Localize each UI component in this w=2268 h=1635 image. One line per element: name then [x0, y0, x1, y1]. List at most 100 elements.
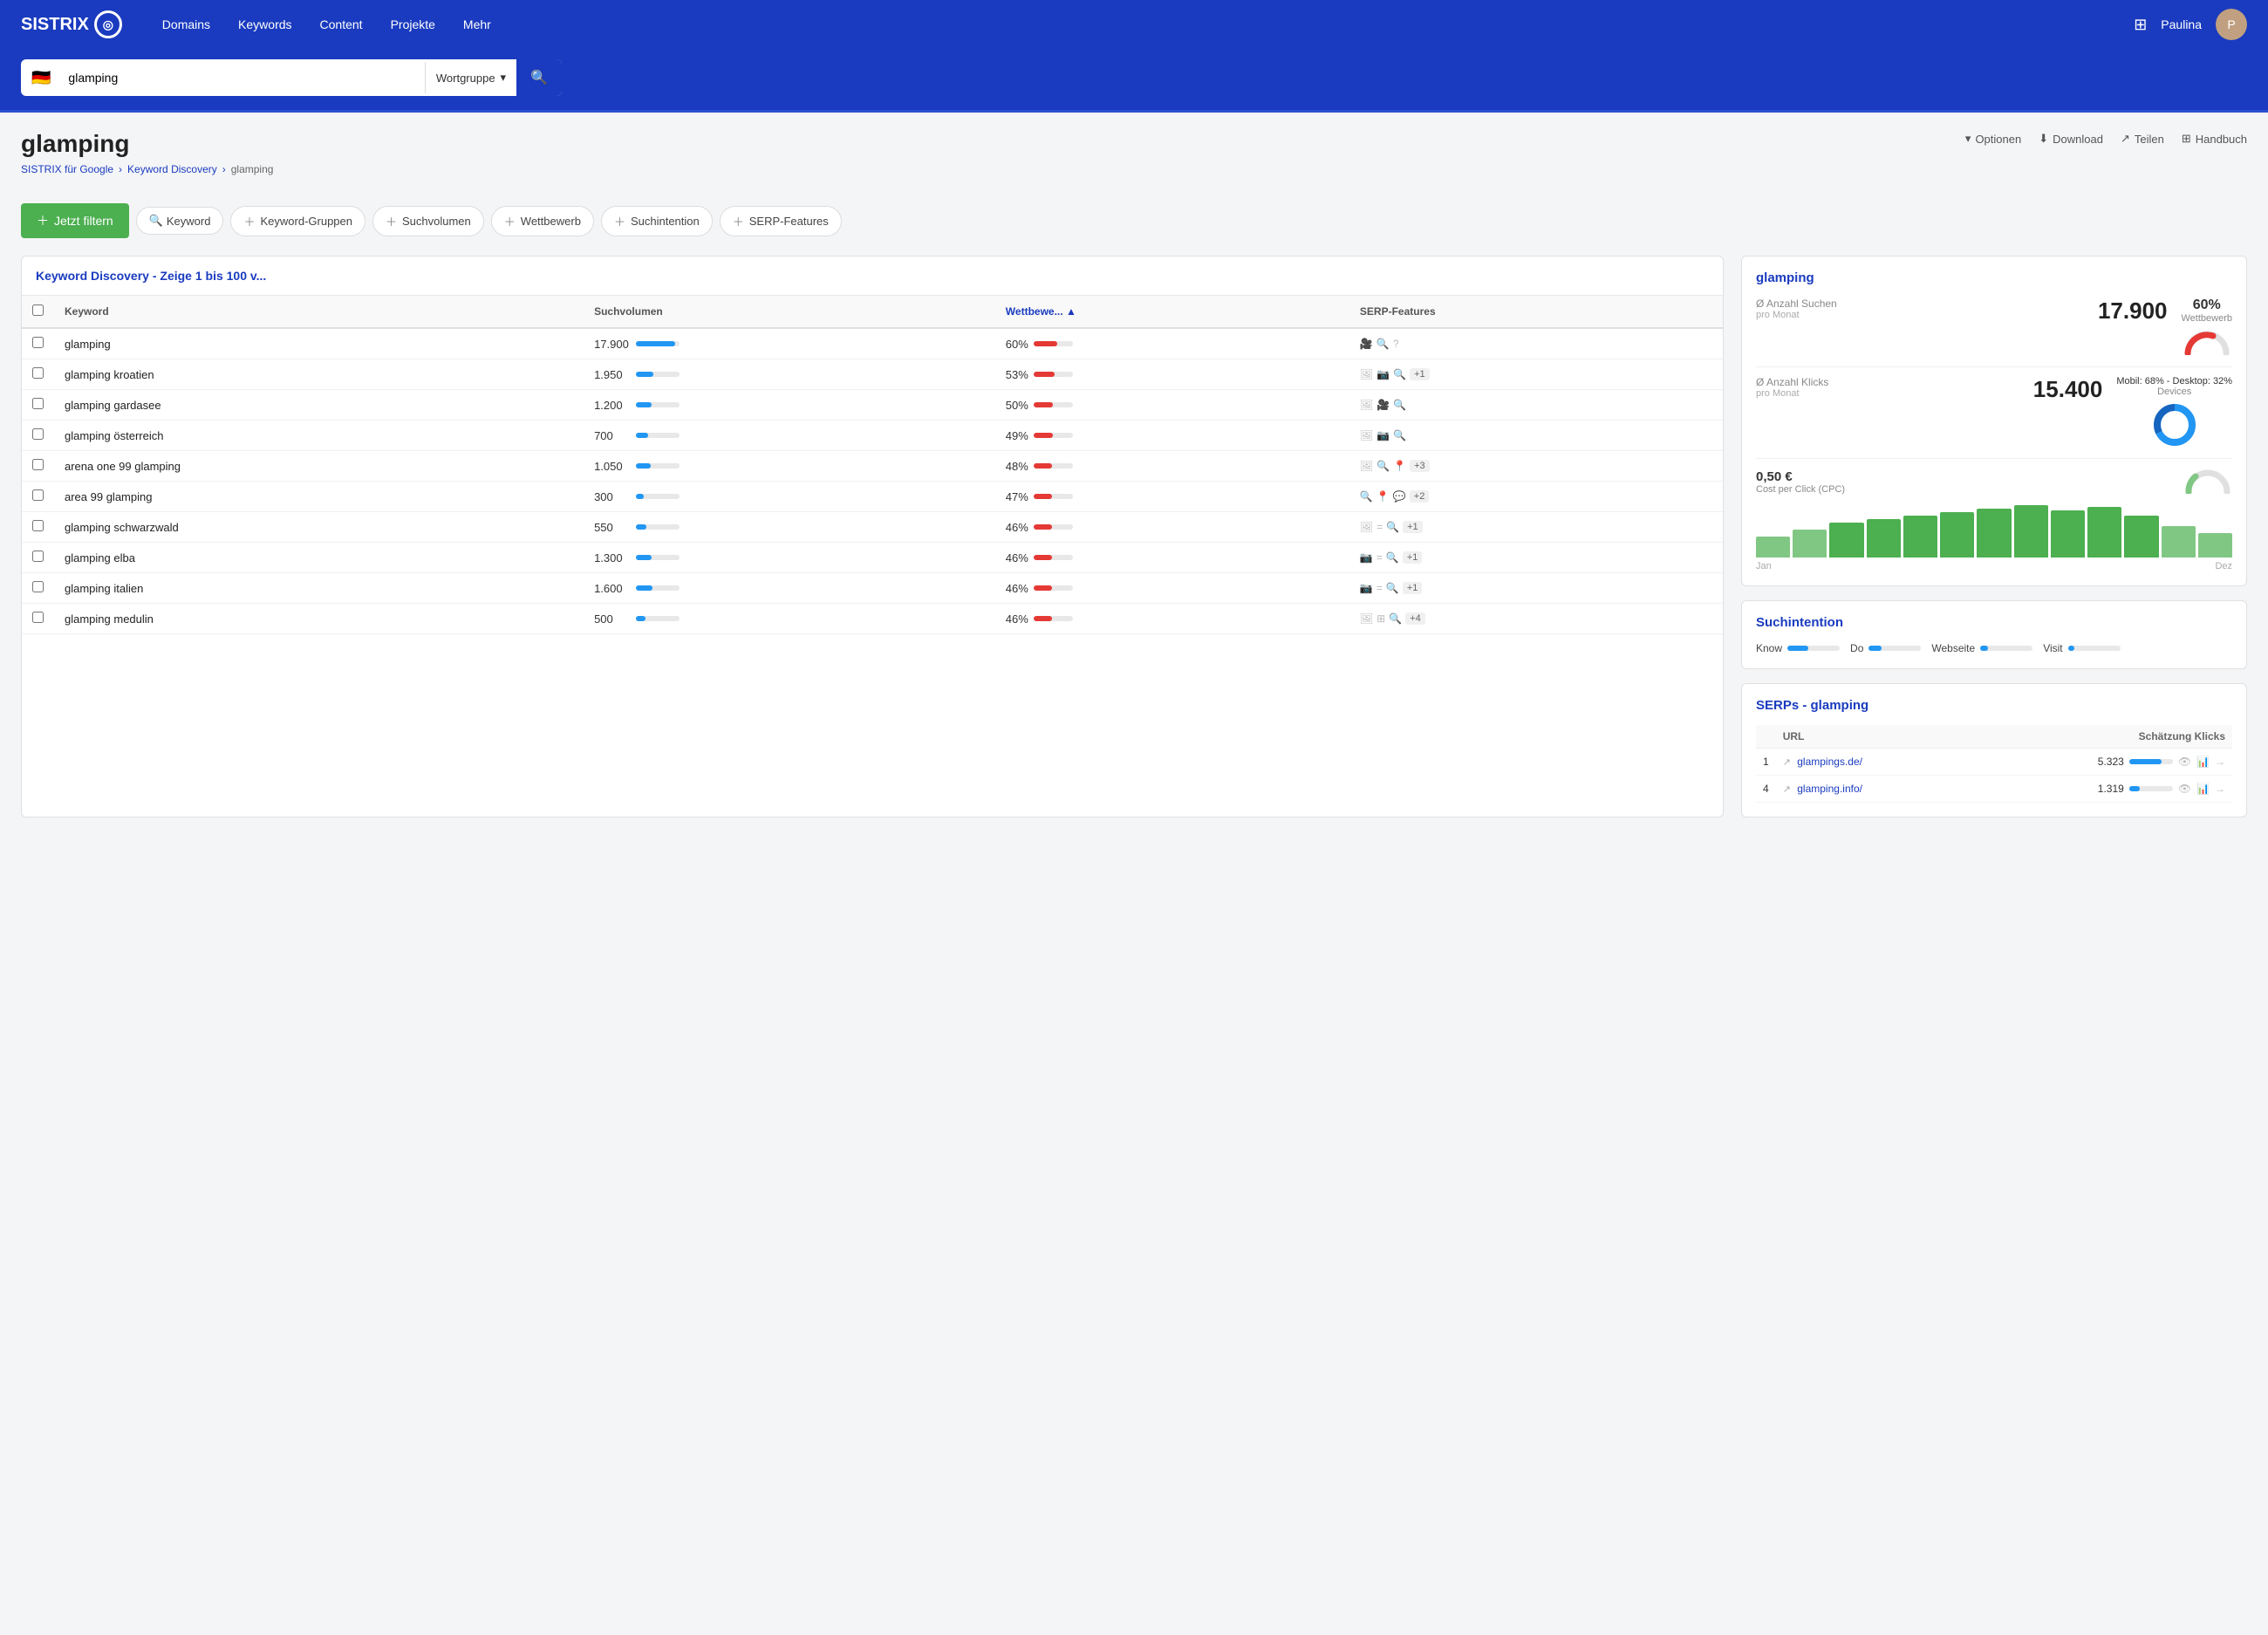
filter-suchvolumen[interactable]: ＋ Suchvolumen — [372, 206, 484, 236]
filter-keyword-gruppen[interactable]: ＋ Keyword-Gruppen — [230, 206, 365, 236]
row-checkbox[interactable] — [32, 581, 44, 592]
chart-bar — [1756, 537, 1790, 558]
arrow-icon[interactable]: → — [2215, 756, 2225, 768]
keyword-cell[interactable]: glamping österreich — [54, 421, 584, 451]
table-row: glamping elba 1.300 46% 📷=🔍+1 — [22, 543, 1723, 573]
eye-icon[interactable]: 👁 — [2178, 756, 2191, 768]
nav-domains[interactable]: Domains — [150, 10, 222, 38]
serps-col-clicks: Schätzung Klicks — [1957, 725, 2232, 749]
nav-content[interactable]: Content — [308, 10, 375, 38]
wettbewerb-bar — [1034, 463, 1053, 469]
jetzt-filtern-button[interactable]: ＋ Jetzt filtern — [21, 203, 129, 238]
row-checkbox[interactable] — [32, 459, 44, 470]
breadcrumb-current: glamping — [231, 163, 274, 175]
grid-icon[interactable]: ⊞ — [2134, 16, 2147, 34]
plus-icon: ＋ — [733, 213, 744, 229]
chart-bar — [1829, 523, 1863, 558]
si-bar-fill — [1787, 646, 1808, 651]
chart-bar — [2087, 507, 2121, 558]
row-checkbox[interactable] — [32, 367, 44, 379]
arrow-icon[interactable]: → — [2215, 783, 2225, 795]
avg-clicks-value: 15.400 — [2033, 376, 2103, 403]
keyword-cell[interactable]: area 99 glamping — [54, 482, 584, 512]
keyword-cell[interactable]: glamping kroatien — [54, 359, 584, 390]
table-row: glamping 17.900 60% 🎥🔍? — [22, 328, 1723, 359]
search-bar-section: 🇩🇪 Wortgruppe ▾ 🔍 — [0, 49, 2268, 113]
volume-bar — [636, 463, 651, 469]
row-checkbox[interactable] — [32, 398, 44, 409]
serp-feature-icon: = — [1377, 582, 1383, 594]
serps-title: SERPs - glamping — [1756, 698, 2232, 713]
select-all-checkbox[interactable] — [32, 304, 44, 316]
volume-bar — [636, 555, 652, 560]
table-row: glamping österreich 700 49% 🖼📷🔍 — [22, 421, 1723, 451]
nav-projekte[interactable]: Projekte — [379, 10, 447, 38]
download-link[interactable]: ⬇ Download — [2039, 132, 2103, 146]
row-checkbox[interactable] — [32, 337, 44, 348]
row-checkbox[interactable] — [32, 520, 44, 531]
nav-keywords[interactable]: Keywords — [226, 10, 304, 38]
chart-labels: Jan Dez — [1756, 561, 2232, 571]
optionen-link[interactable]: ▾ Optionen — [1965, 132, 2021, 146]
keyword-cell[interactable]: glamping italien — [54, 573, 584, 604]
keyword-cell[interactable]: glamping gardasee — [54, 390, 584, 421]
download-icon: ⬇ — [2039, 132, 2048, 146]
serp-rank: 1 — [1756, 749, 1776, 776]
keyword-cell[interactable]: arena one 99 glamping — [54, 451, 584, 482]
col-wettbewerb[interactable]: Wettbewe... ▲ — [995, 296, 1349, 328]
si-bar-track — [2068, 646, 2121, 651]
wettbewerb-value: 49% — [1006, 429, 1028, 442]
keyword-cell[interactable]: glamping schwarzwald — [54, 512, 584, 543]
serp-url[interactable]: glampings.de/ — [1797, 756, 1862, 768]
wortgruppe-select[interactable]: Wortgruppe ▾ — [425, 62, 516, 93]
keyword-cell[interactable]: glamping elba — [54, 543, 584, 573]
row-checkbox[interactable] — [32, 612, 44, 623]
table-row: glamping italien 1.600 46% 📷=🔍+1 — [22, 573, 1723, 604]
handbuch-link[interactable]: ⊞ Handbuch — [2182, 132, 2247, 146]
search-button[interactable]: 🔍 — [516, 59, 562, 96]
flag-button[interactable]: 🇩🇪 — [21, 69, 61, 87]
teilen-link[interactable]: ↗ Teilen — [2121, 132, 2164, 146]
keyword-cell[interactable]: glamping — [54, 328, 584, 359]
plus-icon: ＋ — [614, 213, 625, 229]
table-row: glamping kroatien 1.950 53% 🖼📷🔍+1 — [22, 359, 1723, 390]
chart-icon[interactable]: 📊 — [2196, 783, 2210, 795]
filter-serp-features[interactable]: ＋ SERP-Features — [720, 206, 842, 236]
col-keyword[interactable]: Keyword — [54, 296, 584, 328]
serp-feature-icon: 🖼 — [1360, 429, 1373, 441]
eye-icon[interactable]: 👁 — [2178, 783, 2191, 795]
nav-mehr[interactable]: Mehr — [451, 10, 503, 38]
row-checkbox[interactable] — [32, 489, 44, 501]
serp-feature-icon: 🎥 — [1360, 338, 1373, 350]
wettbewerb-value: 46% — [1006, 521, 1028, 534]
chart-bar — [1793, 530, 1827, 558]
competition-label: Wettbewerb — [2182, 313, 2233, 324]
wettbewerb-cell: 46% — [1006, 612, 1339, 626]
serp-feature-icon: 🔍 — [1386, 582, 1399, 594]
keyword-cell[interactable]: glamping medulin — [54, 604, 584, 634]
filter-wettbewerb[interactable]: ＋ Wettbewerb — [491, 206, 594, 236]
devices-donut — [2150, 400, 2199, 449]
chart-end-label: Dez — [2215, 561, 2232, 571]
logo: SISTRIX ◎ — [21, 10, 122, 38]
breadcrumb-keyword-discovery[interactable]: Keyword Discovery — [127, 163, 217, 175]
serp-url[interactable]: glamping.info/ — [1797, 783, 1862, 795]
serp-clicks: 5.323 — [2098, 756, 2124, 768]
wettbewerb-value: 50% — [1006, 399, 1028, 412]
filter-keyword[interactable]: 🔍 Keyword — [136, 207, 224, 235]
row-checkbox[interactable] — [32, 551, 44, 562]
filter-suchintention[interactable]: ＋ Suchintention — [601, 206, 713, 236]
row-checkbox[interactable] — [32, 428, 44, 440]
wettbewerb-value: 60% — [1006, 338, 1028, 351]
wettbewerb-bar — [1034, 494, 1052, 499]
col-suchvolumen[interactable]: Suchvolumen — [584, 296, 995, 328]
serp-feature-icon: 🖼 — [1360, 521, 1373, 533]
volume-value: 700 — [594, 429, 631, 442]
breadcrumb: SISTRIX für Google › Keyword Discovery ›… — [21, 163, 273, 175]
chart-icon[interactable]: 📊 — [2196, 756, 2210, 768]
search-input[interactable] — [61, 62, 424, 93]
breadcrumb-sistrix[interactable]: SISTRIX für Google — [21, 163, 113, 175]
suchintention-title: Suchintention — [1756, 615, 2232, 630]
col-serp[interactable]: SERP-Features — [1349, 296, 1723, 328]
serp-plus-badge: +1 — [1403, 551, 1423, 564]
